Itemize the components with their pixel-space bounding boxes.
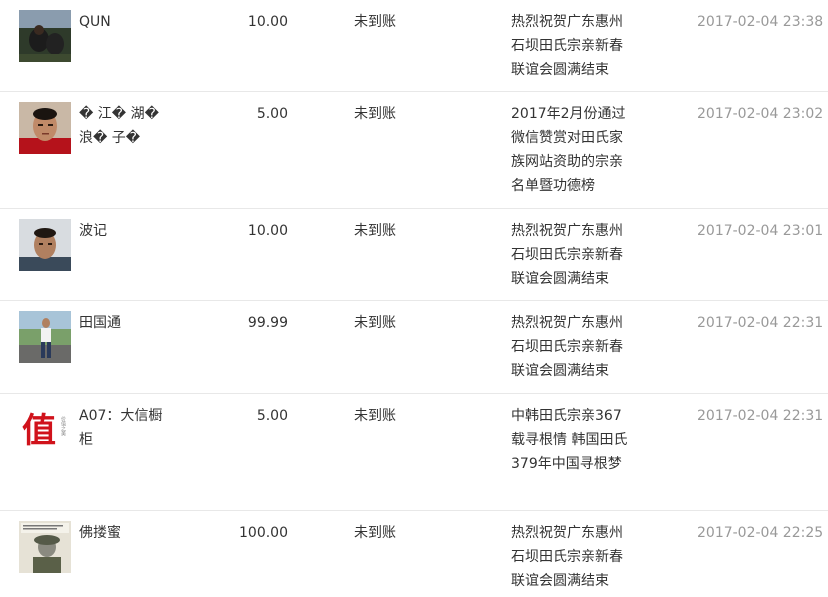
donation-note: 热烈祝贺广东惠州石坝田氏宗亲新春联谊会圆满结束 bbox=[511, 14, 623, 78]
avatar bbox=[19, 219, 71, 271]
list-item: QUN 10.00 未到账 热烈祝贺广东惠州石坝田氏宗亲新春联谊会圆满结束 20… bbox=[0, 0, 828, 92]
payment-status: 未到账 bbox=[354, 106, 396, 122]
donation-note: 热烈祝贺广东惠州石坝田氏宗亲新春联谊会圆满结束 bbox=[511, 525, 623, 589]
avatar bbox=[19, 102, 71, 154]
payment-status: 未到账 bbox=[354, 525, 396, 541]
list-item: 值 价值之美 A07：大信橱柜 5.00 未到账 中韩田氏宗亲367载寻根情 韩… bbox=[0, 394, 828, 511]
donation-time: 2017-02-04 22:31 bbox=[697, 315, 824, 331]
donation-amount: 100.00 bbox=[239, 525, 288, 541]
donation-note: 中韩田氏宗亲367载寻根情 韩国田氏379年中国寻根梦 bbox=[511, 408, 628, 472]
donation-amount: 5.00 bbox=[256, 106, 288, 122]
avatar bbox=[19, 10, 71, 62]
donation-amount: 10.00 bbox=[247, 223, 288, 239]
payment-status: 未到账 bbox=[354, 223, 396, 239]
donation-note: 热烈祝贺广东惠州石坝田氏宗亲新春联谊会圆满结束 bbox=[511, 315, 623, 379]
donation-time: 2017-02-04 22:31 bbox=[697, 408, 824, 424]
list-item: 波记 10.00 未到账 热烈祝贺广东惠州石坝田氏宗亲新春联谊会圆满结束 201… bbox=[0, 209, 828, 301]
avatar bbox=[19, 521, 71, 573]
donor-name: 波记 bbox=[79, 223, 107, 239]
avatar: 值 价值之美 bbox=[19, 404, 71, 456]
donor-name: A07：大信橱柜 bbox=[79, 408, 163, 448]
avatar bbox=[19, 311, 71, 363]
list-item: � 江� 湖� 浪� 子� 5.00 未到账 2017年2月份通过微信赞赏对田氏… bbox=[0, 92, 828, 209]
payment-status: 未到账 bbox=[354, 14, 396, 30]
donor-name: 田国通 bbox=[79, 315, 121, 331]
list-item: 田国通 99.99 未到账 热烈祝贺广东惠州石坝田氏宗亲新春联谊会圆满结束 20… bbox=[0, 301, 828, 394]
donor-name: � 江� 湖� 浪� 子� bbox=[79, 106, 159, 146]
donation-amount: 10.00 bbox=[247, 14, 288, 30]
donation-amount: 99.99 bbox=[247, 315, 288, 331]
list-item: 佛搂蜜 100.00 未到账 热烈祝贺广东惠州石坝田氏宗亲新春联谊会圆满结束 2… bbox=[0, 511, 828, 597]
donor-name: 佛搂蜜 bbox=[79, 525, 121, 541]
logo-caption-text: 价值之美 bbox=[60, 416, 66, 437]
donation-note: 2017年2月份通过微信赞赏对田氏家族网站资助的宗亲名单暨功德榜 bbox=[511, 106, 626, 194]
donation-time: 2017-02-04 23:02 bbox=[697, 106, 824, 122]
payment-status: 未到账 bbox=[354, 408, 396, 424]
donor-name: QUN bbox=[79, 14, 111, 30]
payment-status: 未到账 bbox=[354, 315, 396, 331]
donation-time: 2017-02-04 23:01 bbox=[697, 223, 824, 239]
donation-note: 热烈祝贺广东惠州石坝田氏宗亲新春联谊会圆满结束 bbox=[511, 223, 623, 287]
logo-calligraphy-text: 值 bbox=[22, 411, 56, 451]
donation-time: 2017-02-04 23:38 bbox=[697, 14, 824, 30]
donation-time: 2017-02-04 22:25 bbox=[697, 525, 824, 541]
donation-amount: 5.00 bbox=[256, 408, 288, 424]
